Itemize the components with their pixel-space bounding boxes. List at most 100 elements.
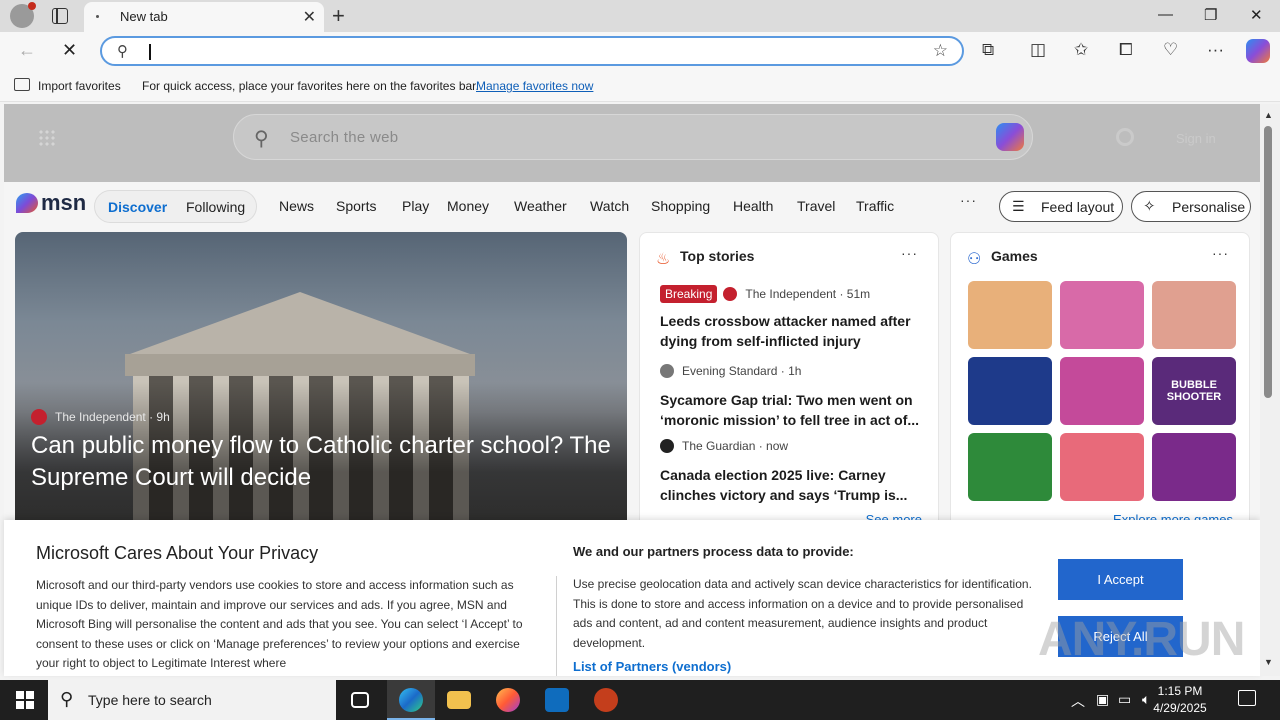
game-tile[interactable] [968, 357, 1052, 425]
top-stories-more-icon[interactable]: ··· [901, 245, 918, 261]
back-arrow-icon[interactable]: ← [18, 40, 36, 61]
feed-layout-button[interactable]: ☰ Feed layout [999, 191, 1123, 222]
tab-actions-icon[interactable] [52, 8, 68, 24]
nav-sports[interactable]: Sports [336, 198, 376, 214]
close-tab-icon[interactable]: ✕ [303, 7, 316, 27]
story-item[interactable]: The Guardian · now Canada election 2025 … [660, 439, 922, 505]
msn-logo[interactable]: msn [16, 190, 86, 216]
taskbar-clock[interactable]: 1:15 PM 4/29/2025 [1140, 683, 1220, 717]
story-source: The Guardian · now [682, 439, 789, 453]
settings-more-icon[interactable]: ··· [1207, 40, 1224, 60]
scroll-down-arrow-icon[interactable]: ▼ [1264, 657, 1273, 667]
personalise-label: Personalise [1172, 199, 1246, 215]
scrollbar-thumb[interactable] [1264, 126, 1272, 398]
nav-shopping[interactable]: Shopping [651, 198, 710, 214]
source-logo-icon [660, 364, 674, 378]
story-title[interactable]: Leeds crossbow attacker named after dyin… [660, 311, 922, 351]
sliders-icon: ☰ [1012, 198, 1025, 214]
import-favorites-button[interactable]: Import favorites [38, 79, 121, 93]
nav-watch[interactable]: Watch [590, 198, 629, 214]
story-meta: Evening Standard · 1h [660, 364, 922, 382]
copilot-search-icon[interactable] [996, 123, 1024, 151]
tab-discover[interactable]: Discover [108, 199, 167, 215]
device-icon[interactable]: ▣ [1096, 691, 1109, 708]
story-title[interactable]: Sycamore Gap trial: Two men went on ‘mor… [660, 390, 922, 430]
task-view-button[interactable] [336, 680, 384, 720]
game-tile[interactable] [968, 281, 1052, 349]
sign-in-button[interactable]: Sign in [1176, 131, 1216, 146]
notifications-icon[interactable] [1238, 690, 1256, 706]
top-stories-card: ♨ Top stories ··· Breaking The Independen… [639, 232, 939, 532]
accept-button[interactable]: I Accept [1058, 559, 1183, 600]
new-tab-plus-icon[interactable]: + [332, 3, 345, 29]
game-tile[interactable] [1060, 281, 1144, 349]
game-tile[interactable] [1060, 433, 1144, 501]
firefox-icon [496, 688, 520, 712]
tab-new-tab[interactable]: New tab ✕ [84, 2, 324, 32]
top-stories-heading: Top stories [680, 248, 755, 264]
nav-money[interactable]: Money [447, 198, 489, 214]
game-tile[interactable] [1152, 281, 1236, 349]
game-tile[interactable] [968, 433, 1052, 501]
nav-play[interactable]: Play [402, 198, 429, 214]
people-icon: ⚇ [967, 251, 982, 268]
story-source: Evening Standard · 1h [682, 364, 802, 378]
taskbar-firefox[interactable] [484, 680, 532, 720]
scroll-up-arrow-icon[interactable]: ▲ [1264, 110, 1273, 120]
hero-article-card[interactable]: The Independent · 9h Can public money fl… [15, 232, 627, 532]
stop-loading-icon[interactable]: ✕ [62, 40, 77, 61]
taskbar-powerpoint[interactable] [582, 680, 630, 720]
source-logo-icon [723, 287, 738, 301]
copilot-icon[interactable] [1246, 39, 1270, 63]
msn-nav-bar: msn Discover Following News Sports Play … [4, 182, 1260, 230]
restore-icon[interactable]: ❐ [1204, 6, 1217, 24]
story-item[interactable]: Breaking The Independent · 51m Leeds cros… [660, 285, 922, 351]
split-screen-icon[interactable]: ◫ [1030, 40, 1046, 60]
games-more-icon[interactable]: ··· [1212, 245, 1229, 261]
edge-icon [399, 688, 423, 712]
network-icon[interactable]: ▭ [1118, 691, 1131, 708]
import-favorites-icon[interactable] [14, 78, 30, 91]
favorite-star-icon[interactable]: ☆ [933, 41, 948, 61]
taskbar-search-placeholder: Type here to search [88, 692, 212, 708]
nav-health[interactable]: Health [733, 198, 773, 214]
nav-travel[interactable]: Travel [797, 198, 835, 214]
taskbar-file-explorer[interactable] [435, 680, 483, 720]
tab-following[interactable]: Following [186, 199, 245, 215]
game-tile[interactable]: BUBBLE SHOOTER [1152, 357, 1236, 425]
windows-start-icon[interactable] [16, 691, 34, 709]
address-bar[interactable]: ⚲ ☆ [100, 36, 964, 66]
hero-headline[interactable]: Can public money flow to Catholic charte… [31, 430, 611, 494]
taskbar-edge[interactable] [387, 680, 435, 720]
msn-logo-text: msn [41, 190, 87, 215]
game-tile[interactable] [1060, 357, 1144, 425]
hero-image-entablature [125, 354, 475, 376]
settings-gear-icon[interactable] [1116, 128, 1134, 146]
page-scrollbar[interactable]: ▲ ▼ [1260, 104, 1280, 676]
nav-traffic[interactable]: Traffic [856, 198, 894, 214]
story-item[interactable]: Evening Standard · 1h Sycamore Gap trial… [660, 364, 922, 430]
apps-grid-icon[interactable] [38, 129, 56, 147]
manage-favorites-link[interactable]: Manage favorites now [476, 79, 593, 93]
browser-essentials-icon[interactable]: ♡ [1163, 40, 1178, 60]
game-tile[interactable] [1152, 433, 1236, 501]
nav-more-icon[interactable]: ··· [960, 192, 977, 208]
taskbar-search-box[interactable]: ⚲ Type here to search [48, 680, 336, 720]
extensions-icon[interactable]: ⧉ [982, 40, 994, 60]
web-search-box[interactable]: ⚲ Search the web [233, 114, 1033, 160]
nav-weather[interactable]: Weather [514, 198, 567, 214]
close-window-icon[interactable]: ✕ [1250, 6, 1263, 24]
taskbar-outlook[interactable] [533, 680, 581, 720]
list-of-partners-link[interactable]: List of Partners (vendors) [573, 659, 731, 674]
personalise-button[interactable]: ✧ Personalise [1131, 191, 1251, 222]
favorites-icon[interactable]: ✩ [1074, 40, 1088, 60]
outlook-icon [545, 688, 569, 712]
collections-icon[interactable]: ⧠ [1119, 40, 1133, 60]
show-hidden-icons-chevron-icon[interactable]: ︿ [1071, 691, 1085, 711]
nav-news[interactable]: News [279, 198, 314, 214]
profile-avatar[interactable] [10, 2, 36, 28]
game-tile-label: BUBBLE SHOOTER [1166, 379, 1222, 403]
story-title[interactable]: Canada election 2025 live: Carney clinch… [660, 465, 922, 505]
minimize-icon[interactable]: — [1158, 6, 1173, 23]
consent-title: Microsoft Cares About Your Privacy [36, 543, 319, 563]
